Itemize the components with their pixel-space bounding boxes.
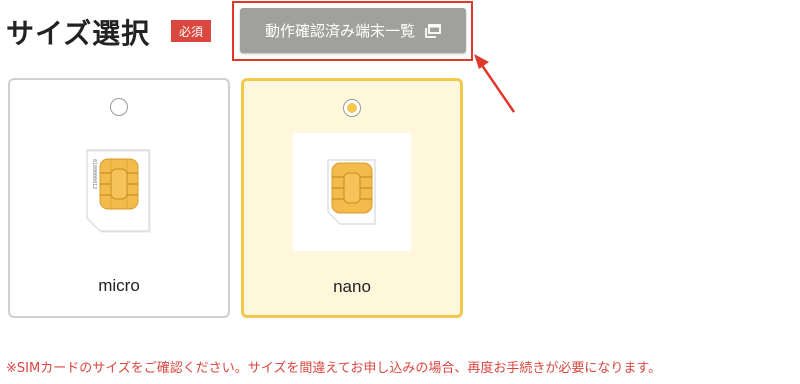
external-window-icon: [425, 23, 441, 38]
option-label-micro: micro: [98, 276, 140, 295]
required-badge: 必須: [171, 20, 211, 42]
option-label-nano: nano: [333, 277, 371, 296]
micro-sim-image: 0180000012: [60, 132, 178, 250]
page-title: サイズ選択: [6, 17, 151, 50]
radio-micro[interactable]: [110, 98, 128, 116]
device-list-button-label: 動作確認済み端末一覧: [264, 22, 415, 40]
radio-selected-dot: [347, 103, 357, 113]
radio-nano[interactable]: [343, 99, 361, 117]
sim-option-nano[interactable]: nano: [241, 78, 463, 318]
device-list-button[interactable]: 動作確認済み端末一覧: [240, 8, 466, 53]
nano-sim-image: [293, 133, 411, 251]
sim-option-micro[interactable]: 0180000012 micro: [8, 78, 230, 318]
sim-serial-text: 0180000012: [91, 159, 97, 189]
annotation-arrow: [474, 54, 516, 113]
size-notice-text: ※SIMカードのサイズをご確認ください。サイズを間違えてお申し込みの場合、再度お…: [6, 361, 662, 376]
